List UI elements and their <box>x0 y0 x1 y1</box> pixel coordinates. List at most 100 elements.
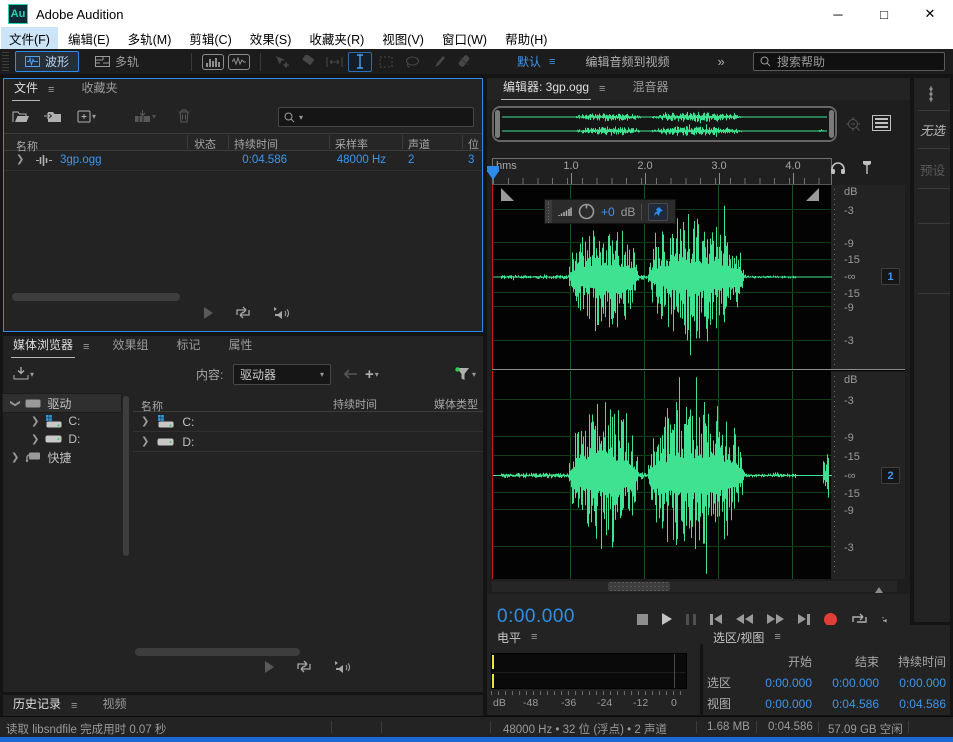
preview-autoplay-icon[interactable] <box>273 306 290 319</box>
tab-media-browser[interactable]: 媒体浏览器 <box>3 333 83 358</box>
filter-icon[interactable]: ▾ <box>455 367 476 381</box>
maximize-button[interactable]: □ <box>861 0 907 28</box>
files-search-input[interactable] <box>306 110 468 124</box>
selection-view-menu-icon[interactable]: ≡ <box>774 631 780 643</box>
channel-divider[interactable] <box>492 369 905 371</box>
expander-icon[interactable]: ❯ <box>16 154 24 165</box>
import-to-files-icon[interactable]: ▾ <box>13 367 34 381</box>
view-duration[interactable]: 0:04.586 <box>879 697 946 711</box>
spectral-pitch-toggle[interactable] <box>227 52 251 72</box>
files-horizontal-scrollbar[interactable] <box>12 293 180 301</box>
tree-vertical-scrollbar[interactable] <box>123 396 129 556</box>
view-start[interactable]: 0:00.000 <box>745 697 812 711</box>
stop-button[interactable] <box>637 614 648 625</box>
editor-list-icon[interactable] <box>872 115 891 131</box>
channel-1-badge[interactable]: 1 <box>881 268 900 285</box>
column-duration[interactable]: 持续时间 <box>333 396 377 412</box>
media-browser-menu-icon[interactable]: ≡ <box>83 341 92 358</box>
editor-horizontal-scrollbar[interactable] <box>492 581 897 592</box>
channel-1-wave[interactable]: +0 dB <box>492 185 832 369</box>
preview-play-icon[interactable] <box>265 661 274 673</box>
strip-label-presets[interactable]: 预设 <box>920 160 945 179</box>
channel-2-wave[interactable] <box>492 372 832 579</box>
column-media-type[interactable]: 媒体类型 <box>434 396 478 412</box>
zoom-reset-icon[interactable] <box>845 116 863 134</box>
lasso-selection-tool[interactable] <box>400 52 424 72</box>
tab-files[interactable]: 文件 <box>4 76 48 101</box>
expand-icon[interactable]: ❯ <box>141 416 149 427</box>
collapse-icon[interactable]: ❯ <box>10 399 21 407</box>
help-search-input[interactable] <box>777 55 907 69</box>
open-file-icon[interactable] <box>12 110 30 123</box>
menu-multitrack[interactable]: 多轨(M) <box>120 27 180 50</box>
menu-effects[interactable]: 效果(S) <box>242 27 300 50</box>
hud-grip[interactable] <box>545 200 552 223</box>
media-horizontal-scrollbar[interactable] <box>135 648 300 656</box>
help-search-box[interactable] <box>753 52 945 71</box>
insert-into-multitrack-icon[interactable]: ▾ <box>134 110 156 123</box>
close-button[interactable]: ✕ <box>907 0 953 28</box>
tab-history[interactable]: 历史记录 <box>3 692 71 717</box>
spot-healing-brush-tool[interactable] <box>452 52 476 72</box>
move-tool[interactable] <box>270 52 294 72</box>
headphones-icon[interactable] <box>830 160 846 175</box>
selection-view-title[interactable]: 选区/视图 <box>713 629 764 646</box>
column-sample-rate[interactable]: 采样率 <box>335 136 368 152</box>
preview-autoplay-icon[interactable] <box>334 660 351 673</box>
time-ruler[interactable]: hms 1.0 2.0 3.0 4.0 <box>492 158 832 185</box>
fast-forward-button[interactable] <box>767 614 784 624</box>
media-row-c[interactable]: ❯ C: <box>133 412 483 432</box>
content-dropdown[interactable]: 驱动器 ▾ <box>233 364 331 385</box>
tab-favorites[interactable]: 收藏夹 <box>71 76 127 101</box>
tab-mixer[interactable]: 混音器 <box>622 75 678 100</box>
menu-help[interactable]: 帮助(H) <box>497 27 555 50</box>
column-channels[interactable]: 声道 <box>408 136 430 152</box>
loop-playback-button[interactable] <box>851 612 868 626</box>
search-options-caret[interactable]: ▾ <box>299 113 303 122</box>
rack-icon[interactable] <box>927 86 935 102</box>
new-item-icon[interactable]: ▾ <box>77 110 96 123</box>
delete-icon[interactable] <box>178 109 190 123</box>
scroll-arrow-icon[interactable] <box>875 583 883 593</box>
paintbrush-tool[interactable] <box>426 52 450 72</box>
levels-title[interactable]: 电平 <box>497 629 521 646</box>
fade-out-handle[interactable] <box>806 188 819 201</box>
media-row-d[interactable]: ❯ D: <box>133 432 483 452</box>
file-name[interactable]: 3gp.ogg <box>60 154 102 166</box>
tab-properties[interactable]: 属性 <box>218 333 262 358</box>
tree-item-shortcuts[interactable]: ❯ 快捷 <box>3 448 121 466</box>
pin-hud-icon[interactable] <box>648 203 668 221</box>
menu-file[interactable]: 文件(F) <box>1 27 58 50</box>
file-row[interactable]: ❯ 3gp.ogg 0:04.586 48000 Hz 2 3 <box>4 151 482 171</box>
overview-right-handle[interactable] <box>829 110 834 138</box>
time-selection-tool[interactable] <box>348 52 372 72</box>
workspace-overflow-chevron[interactable]: » <box>717 54 722 69</box>
gain-value[interactable]: +0 <box>601 205 615 219</box>
editor-menu-icon[interactable]: ≡ <box>599 83 608 100</box>
workspace-menu-icon[interactable]: ≡ <box>549 56 555 68</box>
column-bits[interactable]: 位 <box>468 136 479 152</box>
toolbar-grip[interactable] <box>2 52 9 72</box>
menu-window[interactable]: 窗口(W) <box>434 27 495 50</box>
workspace-item[interactable]: 编辑音频到视频 <box>585 53 669 70</box>
minimize-button[interactable]: ─ <box>815 0 861 28</box>
gain-hud[interactable]: +0 dB <box>544 199 676 224</box>
marquee-selection-tool[interactable] <box>374 52 398 72</box>
tree-item-c-drive[interactable]: ❯ C: <box>3 412 121 430</box>
expand-icon[interactable]: ❯ <box>11 452 19 463</box>
strip-label-selection[interactable]: 无选 <box>920 120 945 139</box>
multitrack-view-button[interactable]: 多轨 <box>85 51 149 72</box>
preview-loop-icon[interactable] <box>296 660 312 673</box>
workspace-label[interactable]: 默认 <box>517 53 541 70</box>
rewind-button[interactable] <box>736 614 753 624</box>
fade-in-handle[interactable] <box>501 188 514 201</box>
tab-video[interactable]: 视频 <box>92 692 136 717</box>
gain-knob-icon[interactable] <box>578 203 595 220</box>
column-status[interactable]: 状态 <box>194 136 216 152</box>
slip-tool[interactable] <box>322 52 346 72</box>
menu-view[interactable]: 视图(V) <box>374 27 432 50</box>
tree-item-drives[interactable]: ❯ 驱动 <box>3 394 121 412</box>
selection-end[interactable]: 0:00.000 <box>812 676 879 690</box>
skip-to-end-button[interactable] <box>798 614 810 625</box>
skip-to-start-button[interactable] <box>710 614 722 625</box>
